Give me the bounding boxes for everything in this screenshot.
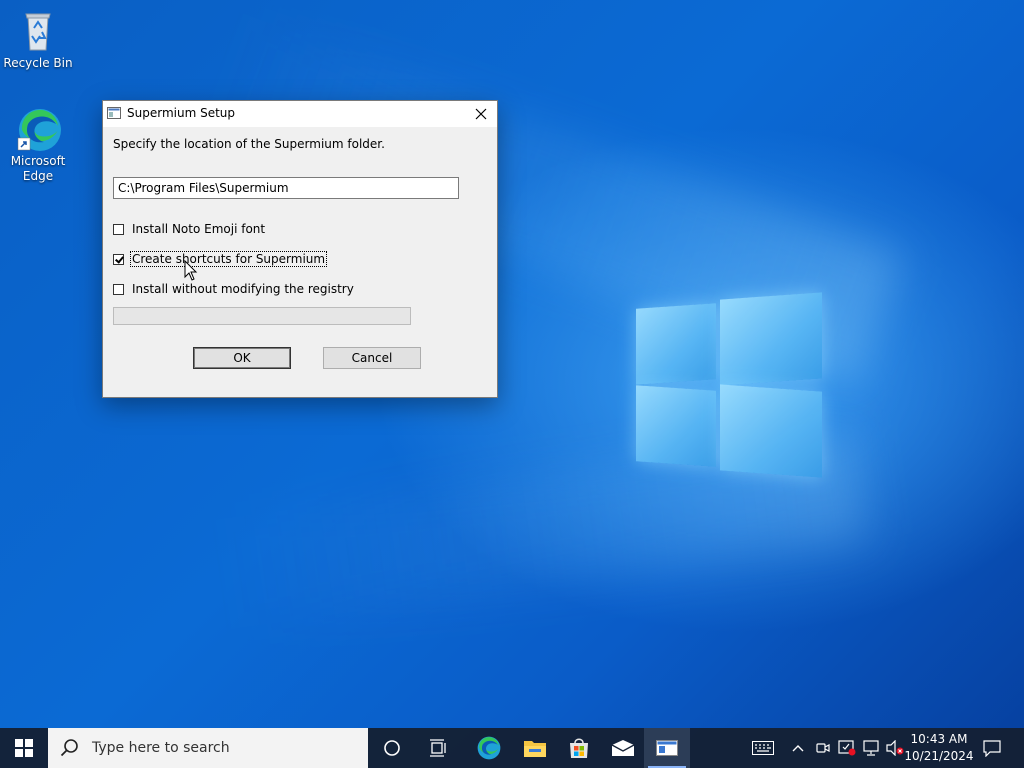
mouse-cursor-icon — [184, 259, 198, 282]
checkbox-label: Install Noto Emoji font — [132, 222, 266, 236]
checkbox[interactable] — [113, 253, 124, 265]
tray-meet-now[interactable] — [812, 728, 834, 768]
chevron-up-icon — [792, 745, 804, 752]
cortana-button[interactable] — [370, 728, 414, 768]
mail-icon — [611, 740, 635, 756]
checkbox[interactable] — [113, 223, 124, 235]
checkbox-label: Create shortcuts for Supermium — [129, 251, 328, 267]
action-center-button[interactable] — [978, 728, 1006, 768]
option-no-registry[interactable]: Install without modifying the registry — [113, 281, 355, 297]
desktop-icon-label: Edge — [22, 169, 54, 183]
ok-button[interactable]: OK — [193, 347, 291, 369]
install-progress-bar — [113, 307, 411, 325]
tray-security[interactable] — [836, 728, 858, 768]
desktop-icon-microsoft-edge[interactable]: Microsoft Edge — [0, 104, 76, 184]
clock-date: 10/21/2024 — [904, 749, 974, 763]
desktop-icon-recycle-bin[interactable]: Recycle Bin — [0, 6, 76, 71]
taskbar-microsoft-store[interactable] — [556, 728, 602, 768]
taskbar-edge[interactable] — [466, 728, 512, 768]
checkbox[interactable] — [113, 283, 124, 295]
security-icon — [838, 740, 856, 756]
instruction-text: Specify the location of the Supermium fo… — [113, 137, 385, 151]
cancel-button[interactable]: Cancel — [323, 347, 421, 369]
microsoft-store-icon — [570, 738, 588, 758]
taskbar-mail[interactable] — [600, 728, 646, 768]
install-path-input[interactable]: C:\Program Files\Supermium — [113, 177, 459, 199]
cortana-icon — [384, 740, 400, 756]
checkbox-label: Install without modifying the registry — [132, 282, 354, 296]
taskbar: Type here to search 10:43 AM 10/21/2024 — [0, 728, 1024, 768]
task-view-icon — [430, 739, 446, 757]
keyboard-icon — [752, 741, 774, 755]
edge-icon — [477, 736, 501, 760]
taskbar-file-explorer[interactable] — [512, 728, 558, 768]
system-clock[interactable]: 10:43 AM 10/21/2024 — [904, 731, 974, 765]
network-icon — [863, 740, 879, 756]
close-icon — [475, 108, 487, 120]
close-button[interactable] — [465, 101, 497, 127]
meet-now-icon — [816, 743, 830, 753]
option-create-shortcuts[interactable]: Create shortcuts for Supermium — [113, 251, 328, 267]
search-icon — [60, 739, 78, 757]
volume-muted-icon — [886, 740, 904, 756]
file-explorer-icon — [524, 741, 546, 757]
taskbar-supermium-setup[interactable] — [644, 728, 690, 768]
notification-icon — [983, 740, 1001, 757]
taskbar-search-box[interactable]: Type here to search — [48, 728, 368, 768]
supermium-setup-icon — [656, 740, 678, 756]
tray-volume[interactable] — [884, 728, 906, 768]
desktop-icon-label: Microsoft — [10, 154, 66, 168]
start-button[interactable] — [0, 728, 48, 768]
tray-keyboard[interactable] — [746, 728, 780, 768]
search-placeholder: Type here to search — [92, 740, 230, 756]
dialog-title: Supermium Setup — [127, 106, 236, 120]
recycle-bin-icon — [14, 6, 62, 54]
desktop: Recycle Bin Microsoft Edge Supermium Set… — [0, 0, 1024, 768]
tray-overflow-button[interactable] — [786, 728, 810, 768]
supermium-setup-dialog: Supermium Setup Specify the location of … — [102, 100, 498, 398]
windows-logo-wallpaper — [636, 290, 822, 480]
task-view-button[interactable] — [416, 728, 462, 768]
windows-start-icon — [15, 739, 33, 757]
app-window-icon — [107, 106, 121, 120]
desktop-icon-label: Recycle Bin — [3, 56, 73, 70]
clock-time: 10:43 AM — [910, 732, 968, 746]
tray-network[interactable] — [860, 728, 882, 768]
edge-icon — [14, 104, 62, 152]
dialog-titlebar[interactable]: Supermium Setup — [103, 101, 497, 127]
option-install-noto-emoji[interactable]: Install Noto Emoji font — [113, 221, 266, 237]
